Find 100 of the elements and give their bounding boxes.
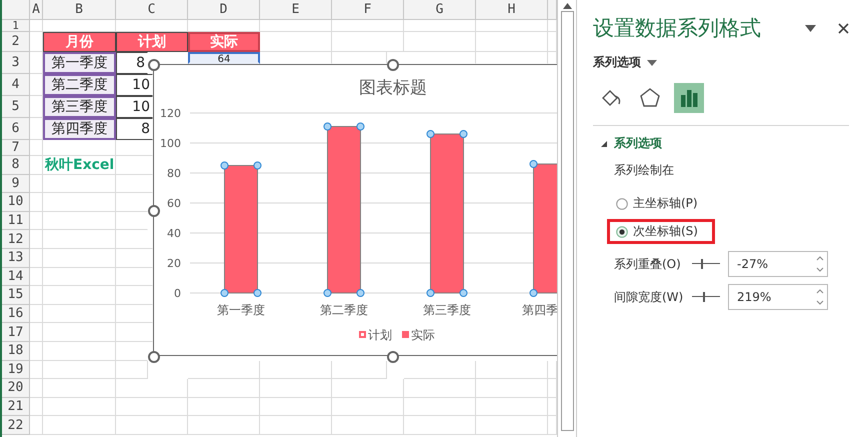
sheet-cell[interactable]: [332, 398, 404, 416]
sheet-cell[interactable]: [43, 398, 116, 416]
sheet-cell[interactable]: [30, 398, 43, 416]
sheet-cell[interactable]: [30, 52, 43, 74]
sheet-cell[interactable]: [260, 379, 332, 398]
sheet-cell[interactable]: [476, 20, 548, 32]
table-cell[interactable]: 第三季度: [43, 96, 116, 118]
sheet-cell[interactable]: [30, 323, 43, 342]
close-icon[interactable]: [838, 22, 849, 34]
sheet-cell[interactable]: [404, 20, 476, 32]
sheet-cell[interactable]: [43, 140, 116, 156]
sheet-cell[interactable]: [404, 360, 476, 380]
row-header[interactable]: 13: [2, 248, 30, 268]
row-header[interactable]: 3: [2, 52, 30, 74]
sheet-cell[interactable]: [188, 379, 260, 398]
resize-handle[interactable]: [387, 351, 399, 363]
sheet-cell[interactable]: [188, 416, 260, 435]
sheet-cell[interactable]: [30, 230, 43, 249]
sheet-cell[interactable]: [43, 342, 116, 361]
row-header[interactable]: 2: [2, 32, 30, 52]
sheet-cell[interactable]: [476, 360, 548, 380]
sheet-cell[interactable]: [404, 416, 476, 435]
sheet-cell[interactable]: [43, 174, 116, 194]
column-header[interactable]: E: [260, 0, 332, 20]
sheet-cell[interactable]: [30, 193, 43, 212]
column-header[interactable]: C: [116, 0, 188, 20]
sheet-cell[interactable]: [43, 304, 116, 324]
sheet-cell[interactable]: [43, 248, 116, 268]
sheet-cell[interactable]: [30, 140, 43, 156]
column-header[interactable]: D: [188, 0, 260, 20]
spin-arrows-icon[interactable]: [816, 287, 824, 307]
sheet-cell[interactable]: [116, 398, 188, 416]
sheet-cell[interactable]: [404, 379, 476, 398]
sheet-cell[interactable]: [43, 416, 116, 435]
row-header[interactable]: 1: [2, 20, 30, 32]
slider-thumb[interactable]: [703, 292, 706, 302]
resize-handle[interactable]: [148, 351, 160, 363]
sheet-cell[interactable]: [188, 398, 260, 416]
sheet-cell[interactable]: [188, 360, 260, 380]
row-header[interactable]: 15: [2, 286, 30, 305]
sheet-cell[interactable]: [332, 32, 404, 52]
column-header[interactable]: A: [30, 0, 43, 20]
table-cell[interactable]: 第二季度: [43, 74, 116, 96]
sheet-cell[interactable]: [30, 416, 43, 435]
slider-thumb[interactable]: [701, 259, 704, 269]
sheet-cell[interactable]: [30, 74, 43, 96]
sheet-cell[interactable]: [30, 118, 43, 140]
spin-field[interactable]: -27%: [728, 251, 828, 277]
sheet-cell[interactable]: [30, 268, 43, 286]
radio-option[interactable]: 主坐标轴(P): [610, 195, 712, 212]
radio-circle-icon[interactable]: [616, 226, 628, 238]
sheet-cell[interactable]: [332, 416, 404, 435]
chart-bar[interactable]: [430, 134, 464, 294]
select-all-corner[interactable]: [2, 0, 30, 20]
sheet-cell[interactable]: [116, 416, 188, 435]
column-header[interactable]: [548, 0, 557, 20]
sheet-cell[interactable]: [30, 286, 43, 305]
sheet-cell[interactable]: [30, 379, 43, 398]
sheet-cell[interactable]: [43, 323, 116, 342]
radio-circle-icon[interactable]: [616, 198, 628, 210]
row-header[interactable]: 4: [2, 74, 30, 96]
sheet-cell[interactable]: [30, 248, 43, 268]
sheet-cell[interactable]: [476, 379, 548, 398]
caret-icon[interactable]: [647, 60, 657, 66]
row-header[interactable]: 21: [2, 398, 30, 416]
row-header[interactable]: 20: [2, 379, 30, 398]
sheet-cell[interactable]: [30, 360, 43, 380]
resize-handle[interactable]: [387, 59, 399, 71]
sheet-cell[interactable]: [43, 360, 116, 380]
options-menu[interactable]: 系列选项: [593, 54, 641, 71]
resize-handle[interactable]: [148, 59, 160, 71]
sheet-cell[interactable]: [260, 416, 332, 435]
row-header[interactable]: 19: [2, 360, 30, 380]
row-header[interactable]: 10: [2, 193, 30, 212]
sheet-cell[interactable]: [476, 32, 548, 52]
sheet-cell[interactable]: [332, 20, 404, 32]
chart-bar[interactable]: [224, 165, 258, 294]
scrollbar-thumb[interactable]: [560, 11, 574, 431]
table-cell[interactable]: 第一季度: [43, 52, 116, 74]
row-header[interactable]: 17: [2, 323, 30, 342]
row-header[interactable]: 7: [2, 140, 30, 156]
row-header[interactable]: 18: [2, 342, 30, 361]
sheet-cell[interactable]: [116, 360, 148, 380]
selection-handles-drawing[interactable]: [220, 122, 538, 297]
sheet-cell[interactable]: [260, 360, 332, 380]
sheet-cell[interactable]: [476, 416, 548, 435]
sheet-cell[interactable]: [30, 156, 43, 175]
sheet-cell[interactable]: [30, 174, 43, 194]
radio-option[interactable]: 次坐标轴(S): [610, 223, 712, 240]
sheet-cell[interactable]: [116, 379, 188, 398]
sheet-cell[interactable]: [476, 398, 548, 416]
sheet-cell[interactable]: [30, 342, 43, 361]
row-header[interactable]: 16: [2, 304, 30, 324]
row-header[interactable]: 9: [2, 174, 30, 194]
row-header[interactable]: 22: [2, 416, 30, 435]
sheet-cell[interactable]: [404, 398, 476, 416]
column-header[interactable]: B: [43, 0, 116, 20]
sheet-cell[interactable]: [260, 20, 332, 32]
table-cell[interactable]: 8: [116, 52, 148, 74]
tab[interactable]: [674, 83, 704, 113]
